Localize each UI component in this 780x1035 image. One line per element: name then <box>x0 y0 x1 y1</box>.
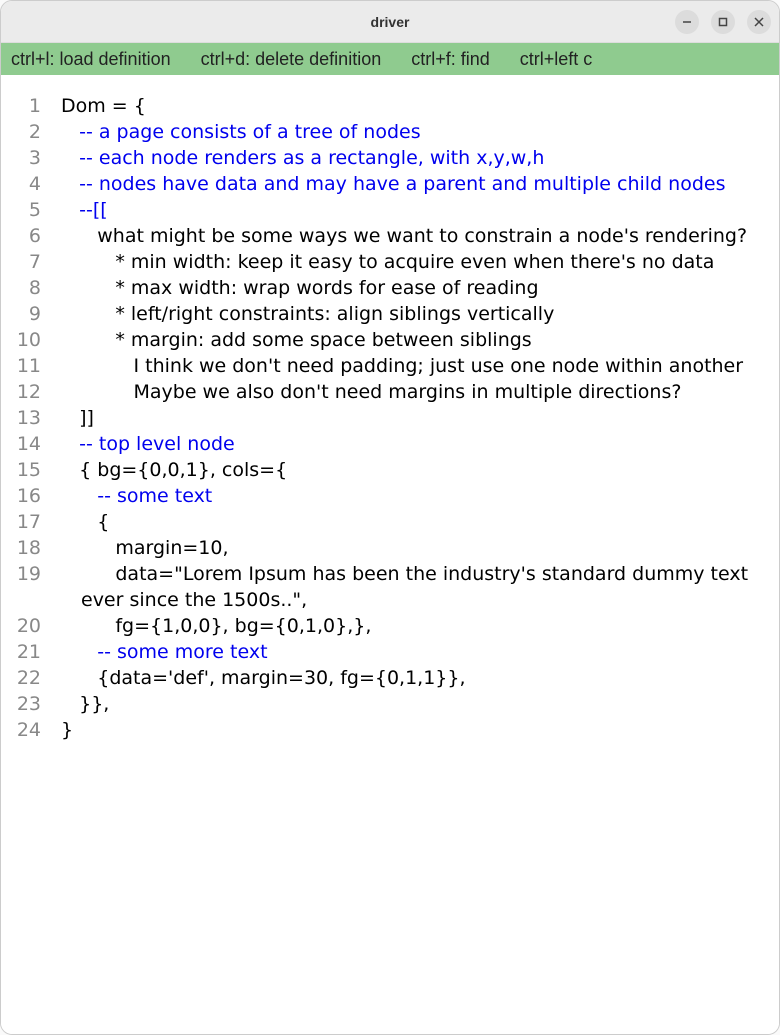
line-number: 11 <box>1 353 61 379</box>
close-icon <box>753 16 765 28</box>
line-number: 16 <box>1 483 61 509</box>
maximize-button[interactable] <box>711 10 735 34</box>
code-line[interactable]: 10 * margin: add some space between sibl… <box>1 327 779 353</box>
toolbar-delete[interactable]: ctrl+d: delete definition <box>201 49 382 70</box>
line-number: 4 <box>1 171 61 197</box>
line-number: 6 <box>1 223 61 249</box>
code-line[interactable]: 5 --[[ <box>1 197 779 223</box>
code-line[interactable]: 8 * max width: wrap words for ease of re… <box>1 275 779 301</box>
code-content[interactable]: Dom = { <box>61 93 779 119</box>
code-content[interactable]: -- some text <box>61 483 779 509</box>
minimize-button[interactable] <box>675 10 699 34</box>
window-controls <box>675 10 771 34</box>
code-line[interactable]: 21 -- some more text <box>1 639 779 665</box>
line-number: 7 <box>1 249 61 275</box>
toolbar: ctrl+l: load definition ctrl+d: delete d… <box>1 43 779 75</box>
line-number: 12 <box>1 379 61 405</box>
titlebar: driver <box>1 1 779 43</box>
code-line[interactable]: 13 ]] <box>1 405 779 431</box>
code-line[interactable]: 1Dom = { <box>1 93 779 119</box>
code-line[interactable]: 20 fg={1,0,0}, bg={0,1,0},}, <box>1 613 779 639</box>
line-number: 2 <box>1 119 61 145</box>
code-line[interactable]: 7 * min width: keep it easy to acquire e… <box>1 249 779 275</box>
line-number: 3 <box>1 145 61 171</box>
code-content[interactable]: margin=10, <box>61 535 779 561</box>
code-content[interactable]: what might be some ways we want to const… <box>61 223 779 249</box>
code-line[interactable]: 6 what might be some ways we want to con… <box>1 223 779 249</box>
code-content[interactable]: * margin: add some space between sibling… <box>61 327 779 353</box>
code-content[interactable]: -- each node renders as a rectangle, wit… <box>61 145 779 171</box>
line-number: 19 <box>1 561 61 587</box>
code-content[interactable]: fg={1,0,0}, bg={0,1,0},}, <box>61 613 779 639</box>
code-line[interactable]: 9 * left/right constraints: align siblin… <box>1 301 779 327</box>
code-content[interactable]: * max width: wrap words for ease of read… <box>61 275 779 301</box>
line-number: 5 <box>1 197 61 223</box>
code-content[interactable]: -- some more text <box>61 639 779 665</box>
line-number: 1 <box>1 93 61 119</box>
code-line[interactable]: 14 -- top level node <box>1 431 779 457</box>
code-content[interactable]: --[[ <box>61 197 779 223</box>
line-number: 14 <box>1 431 61 457</box>
code-content[interactable]: * left/right constraints: align siblings… <box>61 301 779 327</box>
code-content[interactable]: -- nodes have data and may have a parent… <box>61 171 779 197</box>
code-content[interactable]: -- top level node <box>61 431 779 457</box>
line-number: 18 <box>1 535 61 561</box>
minimize-icon <box>681 16 693 28</box>
code-line[interactable]: 16 -- some text <box>1 483 779 509</box>
code-content[interactable]: {data='def', margin=30, fg={0,1,1}}, <box>61 665 779 691</box>
code-line[interactable]: 18 margin=10, <box>1 535 779 561</box>
code-line[interactable]: 22 {data='def', margin=30, fg={0,1,1}}, <box>1 665 779 691</box>
toolbar-left[interactable]: ctrl+left c <box>520 49 593 70</box>
code-content[interactable]: }}, <box>61 691 779 717</box>
code-content[interactable]: Maybe we also don't need margins in mult… <box>61 379 779 405</box>
code-content[interactable]: data="Lorem Ipsum has been the industry'… <box>61 561 779 613</box>
line-number: 8 <box>1 275 61 301</box>
code-line[interactable]: 3 -- each node renders as a rectangle, w… <box>1 145 779 171</box>
line-number: 24 <box>1 717 61 743</box>
code-line[interactable]: 23 }}, <box>1 691 779 717</box>
line-number: 17 <box>1 509 61 535</box>
line-number: 21 <box>1 639 61 665</box>
line-number: 22 <box>1 665 61 691</box>
code-content[interactable]: -- a page consists of a tree of nodes <box>61 119 779 145</box>
code-line[interactable]: 19 data="Lorem Ipsum has been the indust… <box>1 561 779 613</box>
app-window: driver ctrl+l: load definition ctrl+d: d… <box>0 0 780 1035</box>
code-line[interactable]: 15 { bg={0,0,1}, cols={ <box>1 457 779 483</box>
code-line[interactable]: 24} <box>1 717 779 743</box>
line-number: 9 <box>1 301 61 327</box>
code-line[interactable]: 4 -- nodes have data and may have a pare… <box>1 171 779 197</box>
line-number: 13 <box>1 405 61 431</box>
code-line[interactable]: 17 { <box>1 509 779 535</box>
code-line[interactable]: 12 Maybe we also don't need margins in m… <box>1 379 779 405</box>
toolbar-find[interactable]: ctrl+f: find <box>411 49 490 70</box>
code-content[interactable]: * min width: keep it easy to acquire eve… <box>61 249 779 275</box>
line-number: 10 <box>1 327 61 353</box>
code-content[interactable]: { bg={0,0,1}, cols={ <box>61 457 779 483</box>
code-content[interactable]: ]] <box>61 405 779 431</box>
code-content[interactable]: I think we don't need padding; just use … <box>61 353 779 379</box>
close-button[interactable] <box>747 10 771 34</box>
maximize-icon <box>717 16 729 28</box>
code-line[interactable]: 2 -- a page consists of a tree of nodes <box>1 119 779 145</box>
line-number: 20 <box>1 613 61 639</box>
window-title: driver <box>371 14 410 30</box>
code-line[interactable]: 11 I think we don't need padding; just u… <box>1 353 779 379</box>
line-number: 23 <box>1 691 61 717</box>
toolbar-load[interactable]: ctrl+l: load definition <box>11 49 171 70</box>
code-content[interactable]: } <box>61 717 779 743</box>
line-number: 15 <box>1 457 61 483</box>
code-editor[interactable]: 1Dom = {2 -- a page consists of a tree o… <box>1 75 779 1034</box>
code-content[interactable]: { <box>61 509 779 535</box>
